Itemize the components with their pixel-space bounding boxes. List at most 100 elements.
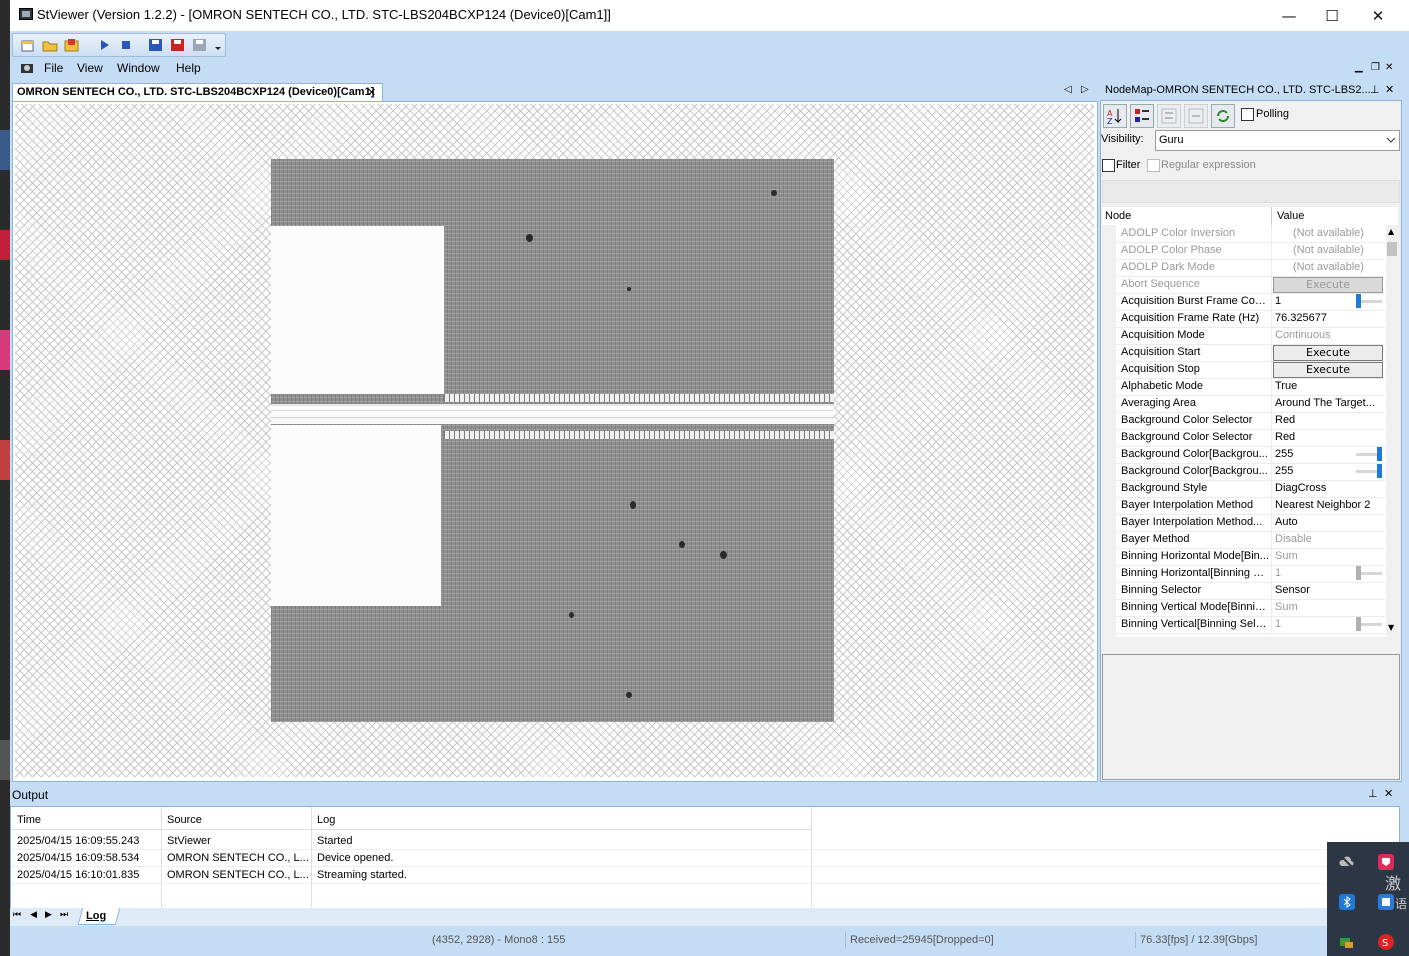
bluetooth-icon[interactable] xyxy=(1339,894,1355,910)
mdi-restore-icon[interactable]: ❐ xyxy=(1371,62,1380,73)
regex-checkbox[interactable] xyxy=(1147,159,1160,172)
cloud-offline-icon[interactable] xyxy=(1339,854,1355,870)
menu-window[interactable]: Window xyxy=(117,61,160,75)
slider-thumb[interactable] xyxy=(1377,447,1382,461)
property-value[interactable]: (Not available) xyxy=(1293,261,1398,273)
property-row[interactable]: Binning Vertical[Binning Sele... 1 xyxy=(1102,616,1385,634)
visibility-select[interactable]: Guru xyxy=(1155,130,1400,151)
property-value[interactable]: (Not available) xyxy=(1293,244,1398,256)
property-value[interactable]: Sum xyxy=(1275,601,1383,613)
property-value[interactable]: 76.325677 xyxy=(1275,312,1383,324)
property-row[interactable]: Background Color[Backgrou... 255 xyxy=(1102,463,1385,481)
property-row[interactable]: Binning Vertical Mode[Binnin... Sum xyxy=(1102,599,1385,617)
log-row[interactable]: 2025/04/15 16:09:58.534 OMRON SENTECH CO… xyxy=(11,849,1397,867)
new-file-icon[interactable] xyxy=(19,36,37,54)
collapse-all-icon[interactable] xyxy=(1184,104,1208,128)
nodemap-close-icon[interactable]: ✕ xyxy=(1385,83,1394,96)
property-row[interactable]: Acquisition Stop Execute xyxy=(1102,361,1385,379)
category-view-icon[interactable] xyxy=(1130,104,1154,128)
column-source[interactable]: Source xyxy=(167,814,202,826)
property-value[interactable]: True xyxy=(1275,380,1383,392)
property-value[interactable]: Around The Target... xyxy=(1275,397,1383,409)
property-value[interactable]: (Not available) xyxy=(1293,227,1398,239)
property-row[interactable]: Bayer Method Disable xyxy=(1102,531,1385,549)
property-row[interactable]: Acquisition Burst Frame Count 1 xyxy=(1102,293,1385,311)
property-row[interactable]: Acquisition Start Execute xyxy=(1102,344,1385,362)
property-value[interactable]: Red xyxy=(1275,431,1383,443)
execute-button[interactable]: Execute xyxy=(1273,345,1383,361)
property-row[interactable]: Bayer Interpolation Method Nearest Neighb… xyxy=(1102,497,1385,515)
property-row[interactable]: Background Color Selector Red xyxy=(1102,429,1385,447)
app-tray-icon[interactable] xyxy=(1378,854,1394,870)
scroll-up-icon[interactable]: ▲ xyxy=(1388,227,1394,236)
stop-icon[interactable] xyxy=(117,36,135,54)
property-row[interactable]: ADOLP Dark Mode (Not available) xyxy=(1102,259,1385,277)
sort-az-icon[interactable]: AZ xyxy=(1103,104,1127,128)
mdi-close-icon[interactable]: ✕ xyxy=(1385,62,1393,73)
tab-close-icon[interactable]: ✕ xyxy=(367,86,376,99)
execute-button[interactable]: Execute xyxy=(1273,362,1383,378)
open-device-icon[interactable] xyxy=(63,36,81,54)
security-app-icon[interactable]: S xyxy=(1378,934,1394,950)
prev-page-icon[interactable]: ◀ xyxy=(30,910,37,920)
property-value[interactable]: Sensor xyxy=(1275,584,1383,596)
next-page-icon[interactable]: ▶ xyxy=(45,910,52,920)
property-row[interactable]: Abort Sequence Execute xyxy=(1102,276,1385,294)
property-value[interactable]: Disable xyxy=(1275,533,1383,545)
property-row[interactable]: Averaging Area Around The Target... xyxy=(1102,395,1385,413)
property-row[interactable]: Background Color Selector Red xyxy=(1102,412,1385,430)
ime-icon[interactable] xyxy=(1378,894,1394,910)
filter-checkbox[interactable] xyxy=(1102,159,1115,172)
camera-image[interactable] xyxy=(271,159,834,722)
slider-thumb[interactable] xyxy=(1377,464,1382,478)
first-page-icon[interactable]: ⏮ xyxy=(13,910,21,920)
network-icon[interactable] xyxy=(1339,934,1355,950)
property-row[interactable]: ADOLP Color Phase (Not available) xyxy=(1102,242,1385,260)
property-value[interactable]: DiagCross xyxy=(1275,482,1383,494)
output-close-icon[interactable]: ✕ xyxy=(1384,787,1393,800)
nodemap-pin-icon[interactable]: ⊥ xyxy=(1370,83,1380,96)
property-row[interactable]: Bayer Interpolation Method... Auto xyxy=(1102,514,1385,532)
property-row[interactable]: Binning Horizontal[Binning S... 1 xyxy=(1102,565,1385,583)
log-row[interactable]: 2025/04/15 16:10:01.835 OMRON SENTECH CO… xyxy=(11,866,1397,884)
column-node[interactable]: Node xyxy=(1105,210,1131,222)
open-folder-icon[interactable] xyxy=(41,36,59,54)
vertical-scrollbar[interactable]: ▲ ▼ xyxy=(1386,225,1398,637)
property-row[interactable]: Acquisition Mode Continuous xyxy=(1102,327,1385,345)
filter-input[interactable] xyxy=(1102,180,1400,203)
record-icon[interactable] xyxy=(169,36,187,54)
execute-button[interactable]: Execute xyxy=(1273,277,1383,293)
scroll-down-icon[interactable]: ▼ xyxy=(1388,623,1394,632)
tab-cam1[interactable]: OMRON SENTECH CO., LTD. STC-LBS204BCXP12… xyxy=(12,83,383,102)
slider-thumb[interactable] xyxy=(1356,617,1361,631)
property-row[interactable]: Binning Selector Sensor xyxy=(1102,582,1385,600)
column-time[interactable]: Time xyxy=(17,814,41,826)
toolbar-overflow-icon[interactable] xyxy=(213,36,223,54)
property-row[interactable]: Background Style DiagCross xyxy=(1102,480,1385,498)
output-pin-icon[interactable]: ⊥ xyxy=(1368,787,1378,800)
property-value[interactable]: Auto xyxy=(1275,516,1383,528)
expand-all-icon[interactable] xyxy=(1157,104,1181,128)
property-row[interactable]: Alphabetic Mode True xyxy=(1102,378,1385,396)
property-row[interactable]: Binning Horizontal Mode[Bin... Sum xyxy=(1102,548,1385,566)
column-log[interactable]: Log xyxy=(317,814,335,826)
play-icon[interactable] xyxy=(95,36,113,54)
slider-thumb[interactable] xyxy=(1356,566,1361,580)
property-row[interactable]: ADOLP Color Inversion (Not available) xyxy=(1102,225,1385,243)
mdi-minimize-icon[interactable]: ▁ xyxy=(1355,62,1363,73)
menu-view[interactable]: View xyxy=(77,61,103,75)
property-value[interactable]: Continuous xyxy=(1275,329,1383,341)
close-icon[interactable]: ✕ xyxy=(1355,0,1401,31)
save-icon[interactable] xyxy=(147,36,165,54)
property-value[interactable]: Nearest Neighbor 2 xyxy=(1275,499,1383,511)
tab-scroll-left-icon[interactable]: ◁ xyxy=(1064,84,1072,95)
menu-help[interactable]: Help xyxy=(176,61,201,75)
property-row[interactable]: Acquisition Frame Rate (Hz) 76.325677 xyxy=(1102,310,1385,328)
slider-thumb[interactable] xyxy=(1356,294,1361,308)
camera-menu-icon[interactable] xyxy=(20,61,34,75)
snapshot-icon[interactable] xyxy=(191,36,209,54)
menu-file[interactable]: File xyxy=(44,61,63,75)
maximize-icon[interactable]: ☐ xyxy=(1309,0,1355,31)
log-row[interactable]: 2025/04/15 16:09:55.243 StViewer Started xyxy=(11,832,1397,850)
refresh-icon[interactable] xyxy=(1211,104,1235,128)
